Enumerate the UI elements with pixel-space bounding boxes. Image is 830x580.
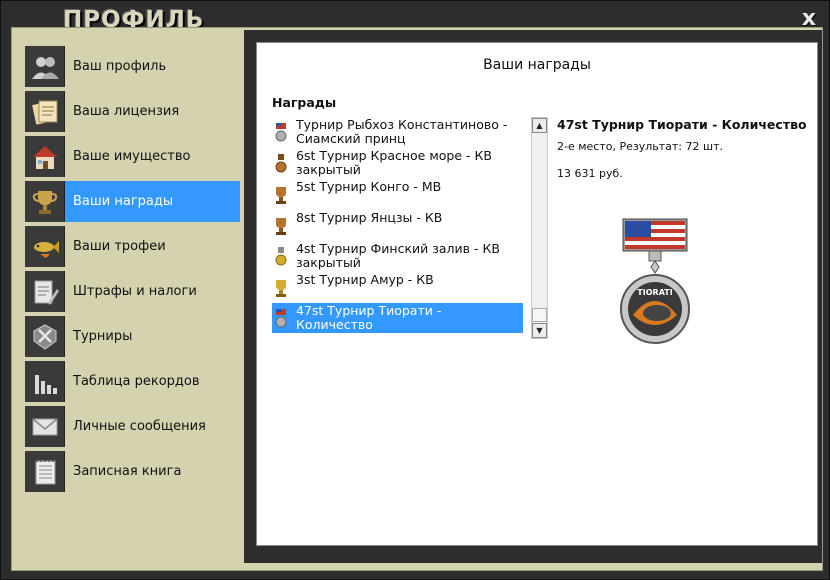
fines-icon (25, 271, 65, 312)
sidebar-item-notebook[interactable]: Записная книга (25, 451, 240, 492)
sidebar-item-profile[interactable]: Ваш профиль (25, 46, 240, 87)
sidebar-nav: Ваш профиль Ваша лицензия Ваше имущество… (25, 46, 240, 496)
award-detail-prize: 13 631 руб. (557, 167, 623, 180)
sidebar-item-messages[interactable]: Личные сообщения (25, 406, 240, 447)
awards-scrollbar[interactable]: ▲ ▼ (531, 117, 548, 339)
list-item[interactable]: 47st Турнир Тиорати - Количество (272, 303, 523, 333)
envelope-icon (25, 406, 65, 447)
sidebar-item-label: Личные сообщения (73, 419, 206, 434)
tournament-icon (25, 316, 65, 357)
sidebar-item-label: Записная книга (73, 464, 182, 479)
sidebar-item-property[interactable]: Ваше имущество (25, 136, 240, 177)
award-detail: 47st Турнир Тиорати - Количество 2-е мес… (557, 117, 807, 344)
sidebar-item-records[interactable]: Таблица рекордов (25, 361, 240, 402)
sidebar-item-label: Ваше имущество (73, 149, 191, 164)
main-panel: Ваши награды Награды Турнир Рыбхоз Конст… (244, 30, 822, 563)
house-icon (25, 136, 65, 177)
list-item[interactable]: 3st Турнир Амур - КВ (272, 272, 523, 302)
window-frame: Ваш профиль Ваша лицензия Ваше имущество… (11, 27, 823, 571)
list-item[interactable]: 4st Турнир Финский залив - КВ закрытый (272, 241, 523, 271)
sidebar-item-fines[interactable]: Штрафы и налоги (25, 271, 240, 312)
awards-content: Ваши награды Награды Турнир Рыбхоз Конст… (256, 42, 818, 546)
award-detail-result: 2-е место, Результат: 72 шт. (557, 140, 723, 153)
svg-text:TIORATI: TIORATI (637, 288, 672, 297)
gold-cup-icon (276, 280, 286, 297)
profile-icon (25, 46, 65, 87)
list-item[interactable]: 6st Турнир Красное море - КВ закрытый (272, 148, 523, 178)
sidebar-item-label: Ваша лицензия (73, 104, 180, 119)
award-name: Турнир Рыбхоз Константиново - Сиамский п… (296, 117, 508, 146)
notebook-icon (25, 451, 65, 492)
scroll-up-icon[interactable]: ▲ (532, 118, 547, 133)
list-item[interactable]: 5st Турнир Конго - МВ (272, 179, 523, 209)
sidebar-item-tournaments[interactable]: Турниры (25, 316, 240, 357)
award-name: 3st Турнир Амур - КВ (296, 272, 434, 287)
sidebar-item-label: Ваши трофеи (73, 239, 166, 254)
gold-medal-icon (275, 247, 287, 266)
awards-list[interactable]: Турнир Рыбхоз Константиново - Сиамский п… (272, 117, 548, 339)
award-name: 8st Турнир Янцзы - КВ (296, 210, 443, 225)
sidebar-item-label: Ваши награды (73, 194, 174, 209)
award-medal-icon: TIORATI (620, 218, 690, 344)
bronze-cup-icon (276, 187, 286, 204)
flag-medal-icon (275, 123, 287, 142)
profile-window: ПРОФИЛЬ x Ваш профиль Ваша лицензия Ваше… (0, 0, 830, 580)
award-name: 47st Турнир Тиорати - Количество (296, 303, 442, 332)
sidebar-item-awards[interactable]: Ваши награды (25, 181, 240, 222)
trophy-icon (25, 181, 65, 222)
sidebar-item-label: Ваш профиль (73, 59, 167, 74)
award-detail-title: 47st Турнир Тиорати - Количество (557, 117, 807, 132)
sidebar-item-label: Турниры (73, 329, 133, 344)
awards-list-header: Награды (272, 95, 337, 110)
fish-icon (25, 226, 65, 267)
flag-medal-icon (275, 309, 287, 328)
scroll-down-icon[interactable]: ▼ (532, 323, 547, 338)
sidebar-item-label: Таблица рекордов (73, 374, 200, 389)
license-icon (25, 91, 65, 132)
page-title: Ваши награды (483, 57, 591, 73)
bronze-cup-icon (276, 218, 286, 235)
sidebar-item-trophies[interactable]: Ваши трофеи (25, 226, 240, 267)
sidebar-item-license[interactable]: Ваша лицензия (25, 91, 240, 132)
scrollbar-thumb[interactable] (532, 308, 547, 322)
award-name: 4st Турнир Финский залив - КВ закрытый (296, 241, 500, 270)
close-icon[interactable]: x (799, 8, 819, 30)
list-item[interactable]: Турнир Рыбхоз Константиново - Сиамский п… (272, 117, 523, 147)
list-item[interactable]: 8st Турнир Янцзы - КВ (272, 210, 523, 240)
sidebar-item-label: Штрафы и налоги (73, 284, 197, 299)
chart-icon (25, 361, 65, 402)
award-name: 6st Турнир Красное море - КВ закрытый (296, 148, 492, 177)
award-name: 5st Турнир Конго - МВ (296, 179, 442, 194)
bronze-medal-icon (275, 154, 287, 173)
